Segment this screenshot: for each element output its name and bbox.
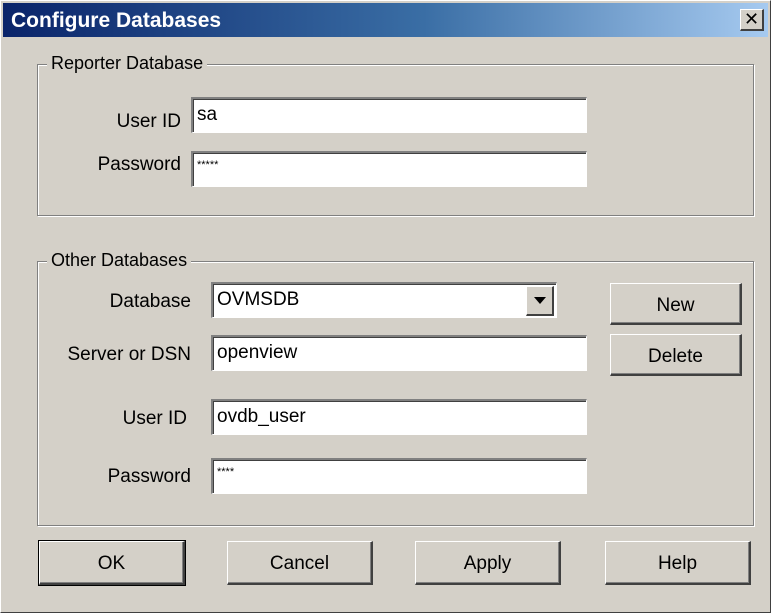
close-icon: ✕: [743, 9, 760, 29]
database-label: Database: [109, 291, 191, 312]
reporter-password-label: Password: [97, 154, 181, 175]
delete-button-label: Delete: [648, 346, 703, 367]
reporter-password-input[interactable]: *****: [191, 151, 587, 187]
chevron-down-icon[interactable]: [526, 286, 554, 316]
database-select[interactable]: OVMSDB: [211, 282, 557, 318]
database-select-value: OVMSDB: [217, 289, 300, 310]
other-databases-group-label: Other Databases: [47, 250, 192, 271]
help-button[interactable]: Help: [605, 541, 751, 585]
delete-button[interactable]: Delete: [610, 334, 742, 376]
configure-databases-dialog: Configure Databases ✕ Reporter Database …: [0, 0, 771, 613]
server-dsn-input[interactable]: openview: [211, 335, 587, 371]
apply-button-label: Apply: [463, 553, 512, 574]
apply-button[interactable]: Apply: [415, 541, 561, 585]
server-dsn-label: Server or DSN: [67, 344, 191, 365]
other-user-id-label: User ID: [122, 408, 187, 429]
reporter-user-id-label: User ID: [116, 111, 181, 132]
help-button-label: Help: [657, 553, 698, 574]
reporter-user-id-input[interactable]: sa: [191, 97, 587, 133]
close-button[interactable]: ✕: [740, 9, 764, 31]
new-button-label: New: [656, 295, 695, 316]
other-password-label: Password: [107, 466, 191, 487]
cancel-button[interactable]: Cancel: [227, 541, 373, 585]
cancel-button-label: Cancel: [269, 553, 330, 574]
reporter-database-group: [37, 64, 754, 216]
ok-button-label: OK: [97, 553, 126, 574]
new-button[interactable]: New: [610, 283, 742, 325]
ok-button[interactable]: OK: [38, 540, 186, 586]
reporter-database-group-label: Reporter Database: [47, 53, 208, 74]
other-password-input[interactable]: ****: [211, 458, 587, 494]
other-user-id-input[interactable]: ovdb_user: [211, 399, 587, 435]
title-bar[interactable]: Configure Databases ✕: [3, 3, 768, 37]
window-title: Configure Databases: [11, 9, 222, 32]
